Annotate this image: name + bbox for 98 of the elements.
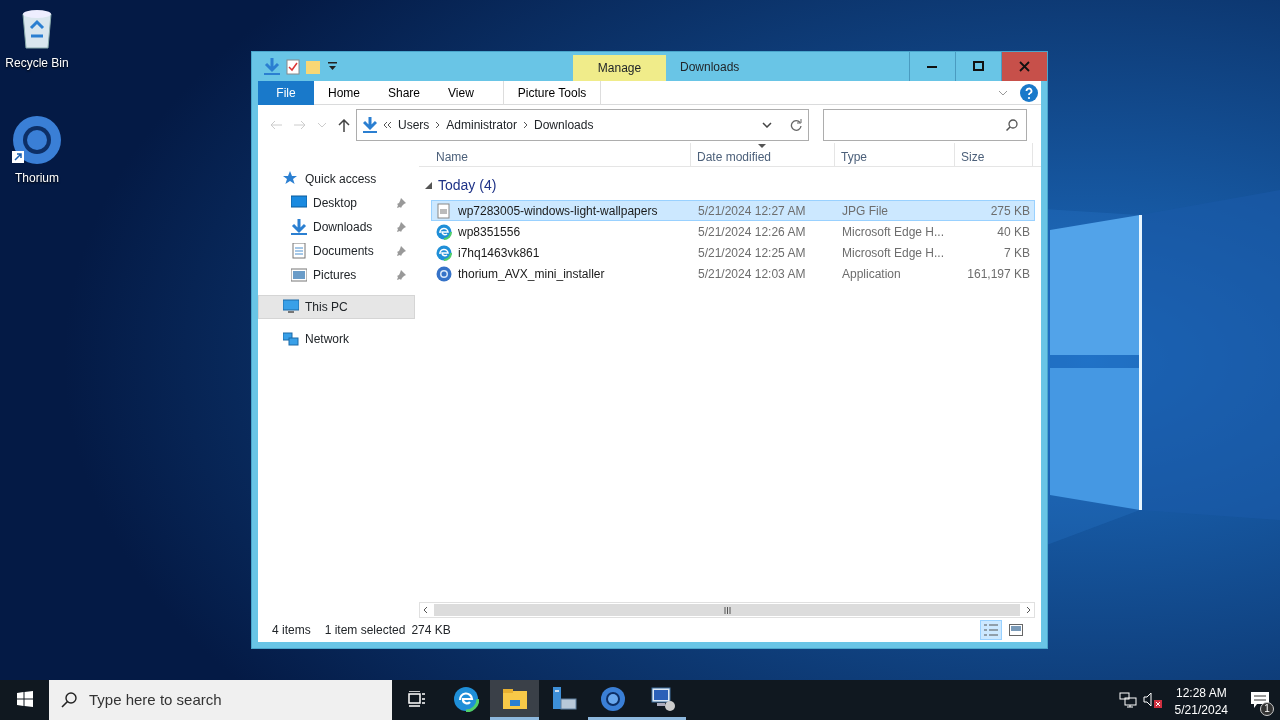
overflow-chevron-icon bbox=[383, 121, 392, 129]
icon-label[interactable]: Recycle Bin bbox=[0, 54, 74, 72]
computer-icon bbox=[283, 299, 299, 315]
navigation-item[interactable]: Pictures bbox=[258, 263, 415, 287]
close-button[interactable] bbox=[1001, 52, 1047, 81]
size-cell-text: 275 KB bbox=[989, 202, 1031, 220]
file-name: wp7283005-windows-light-wallpapers bbox=[458, 202, 658, 220]
ribbon-tab[interactable]: Share bbox=[374, 80, 435, 105]
navigation-item[interactable]: Documents bbox=[258, 239, 415, 263]
folder-icon bbox=[306, 59, 322, 74]
clock-time[interactable]: 12:28 AM bbox=[1174, 684, 1228, 702]
grip-icon bbox=[723, 606, 731, 614]
image-file-icon bbox=[436, 202, 452, 219]
file-row[interactable]: thorium_AVX_mini_installer 5/21/2024 12:03 AM Application 161,197 KB bbox=[431, 263, 1035, 284]
ribbon-tab[interactable]: Picture Tools bbox=[502, 80, 602, 105]
search-icon bbox=[1006, 119, 1018, 131]
document-icon bbox=[291, 243, 307, 259]
ribbon-tab[interactable]: Home bbox=[314, 80, 374, 105]
selection-count: 1 item selected bbox=[324, 622, 406, 639]
column-header[interactable]: Date modified bbox=[691, 143, 835, 166]
window-title: Downloads bbox=[679, 59, 741, 76]
file-row[interactable]: wp7283005-windows-light-wallpapers 5/21/2024 12:27 AM JPG File 275 KB bbox=[431, 200, 1035, 221]
dropdown-chevron-icon bbox=[762, 122, 772, 128]
thorium-icon bbox=[599, 685, 626, 712]
item-count: 4 items bbox=[272, 622, 311, 639]
file-name: thorium_AVX_mini_installer bbox=[458, 265, 605, 283]
taskbar-search-field[interactable]: Type here to search bbox=[49, 680, 392, 720]
file-explorer-taskbar-button[interactable] bbox=[490, 680, 539, 720]
network-icon bbox=[283, 331, 299, 347]
navigation-item[interactable]: This PC bbox=[258, 295, 415, 319]
type-cell-text: Application bbox=[841, 265, 902, 283]
thorium-icon bbox=[12, 115, 62, 165]
context-tab-label: Manage bbox=[573, 55, 666, 81]
type-cell-text: JPG File bbox=[841, 202, 889, 220]
file-name: wp8351556 bbox=[458, 223, 521, 241]
date-cell-text: 5/21/2024 12:27 AM bbox=[697, 202, 807, 220]
ribbon-tab[interactable]: View bbox=[434, 80, 488, 105]
date-cell-text: 5/21/2024 12:26 AM bbox=[697, 223, 807, 241]
notification-count: 1 bbox=[1260, 702, 1274, 716]
network-icon bbox=[1118, 692, 1137, 708]
navigation-item[interactable]: Desktop bbox=[258, 191, 415, 215]
edge-icon bbox=[436, 244, 452, 261]
windows-logo-icon bbox=[16, 690, 33, 707]
task-view-icon bbox=[407, 690, 426, 707]
breadcrumb-link[interactable]: Administrator bbox=[446, 116, 518, 134]
customize-dropdown-icon bbox=[328, 62, 337, 71]
download-arrow-icon bbox=[264, 57, 280, 76]
search-field[interactable] bbox=[823, 109, 1027, 141]
pictures-icon bbox=[291, 267, 307, 283]
refresh-icon bbox=[790, 119, 802, 131]
size-cell-text: 7 KB bbox=[1003, 244, 1031, 262]
date-cell-text: 5/21/2024 12:25 AM bbox=[697, 244, 807, 262]
breadcrumb-separator-icon bbox=[435, 121, 441, 129]
date-cell-text: 5/21/2024 12:03 AM bbox=[697, 265, 807, 283]
edge-icon bbox=[436, 223, 452, 240]
server-icon bbox=[550, 686, 577, 711]
icon-label[interactable]: Thorium bbox=[0, 169, 74, 187]
size-cell-text: 161,197 KB bbox=[966, 265, 1031, 283]
type-cell-text: Microsoft Edge H... bbox=[841, 223, 946, 241]
forward-arrow-icon bbox=[294, 120, 306, 130]
file-name: i7hq1463vk861 bbox=[458, 244, 540, 262]
type-cell-text: Microsoft Edge H... bbox=[841, 244, 946, 262]
download-arrow-icon bbox=[291, 219, 307, 235]
search-icon bbox=[61, 692, 77, 708]
sort-arrow-icon bbox=[758, 144, 766, 148]
expand-ribbon-icon bbox=[998, 89, 1008, 96]
muted-speaker-icon bbox=[1142, 692, 1163, 708]
group-header[interactable]: Today (4) bbox=[438, 175, 497, 196]
download-arrow-icon bbox=[363, 117, 377, 133]
edge-icon bbox=[452, 685, 479, 712]
column-header[interactable]: Size bbox=[955, 143, 1033, 166]
address-bar[interactable]: Users Administrator Downloads bbox=[356, 109, 809, 141]
breadcrumb-link[interactable]: Downloads bbox=[534, 116, 594, 134]
close-icon bbox=[1019, 61, 1030, 72]
folder-icon bbox=[502, 688, 527, 709]
recent-dropdown-icon bbox=[318, 122, 326, 128]
back-arrow-icon bbox=[270, 120, 282, 130]
up-arrow-icon bbox=[338, 118, 350, 132]
desktop-icon bbox=[291, 195, 307, 211]
size-cell-text: 40 KB bbox=[996, 223, 1031, 241]
recycle-bin-icon bbox=[19, 8, 55, 50]
file-row[interactable]: i7hq1463vk861 5/21/2024 12:25 AM Microsoft Edge H... 7 KB bbox=[431, 242, 1035, 263]
breadcrumb-separator-icon bbox=[523, 121, 529, 129]
scrollbar-thumb[interactable] bbox=[434, 604, 1020, 616]
column-header[interactable]: Name bbox=[419, 143, 691, 166]
navigation-item[interactable]: Quick access bbox=[258, 167, 415, 191]
column-header[interactable]: Type bbox=[835, 143, 955, 166]
selection-size: 274 KB bbox=[411, 622, 451, 639]
monitor-icon bbox=[648, 685, 675, 712]
navigation-item[interactable]: Downloads bbox=[258, 215, 415, 239]
clock-date[interactable]: 5/21/2024 bbox=[1174, 701, 1228, 719]
file-row[interactable]: wp8351556 5/21/2024 12:26 AM Microsoft Edge H... 40 KB bbox=[431, 221, 1035, 242]
navigation-item[interactable]: Network bbox=[258, 327, 415, 351]
maximize-icon bbox=[973, 61, 984, 72]
properties-icon bbox=[286, 58, 300, 75]
file-menu-tab[interactable]: File bbox=[258, 80, 314, 105]
installer-icon bbox=[436, 265, 452, 282]
breadcrumb-link[interactable]: Users bbox=[398, 116, 430, 134]
